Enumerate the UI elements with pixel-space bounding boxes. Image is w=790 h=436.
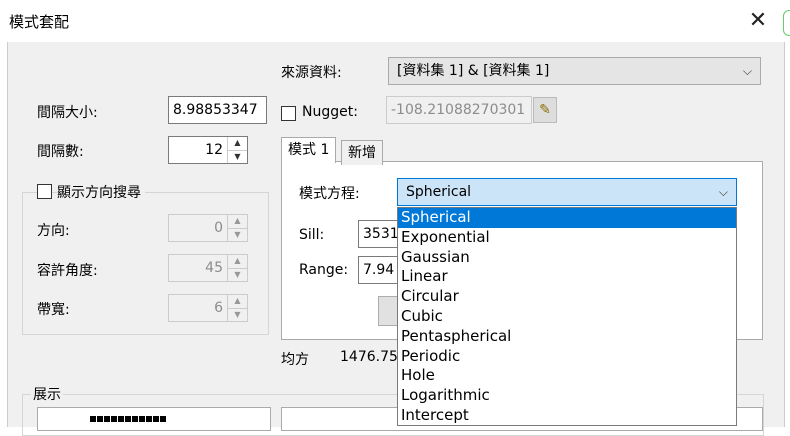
lag-size-label: 間隔大小: <box>37 105 98 121</box>
range-label: Range: <box>299 262 349 278</box>
tab-add[interactable]: 新增 <box>341 140 383 165</box>
bandwidth-spin[interactable]: ▲ ▼ <box>227 295 247 321</box>
spin-up-icon[interactable]: ▲ <box>228 295 247 308</box>
lag-count-stepper[interactable]: 12 ▲ ▼ <box>168 136 248 164</box>
option-spherical[interactable]: Spherical <box>398 208 736 228</box>
range-value: 7.94 <box>363 262 395 278</box>
lag-count-value: 12 <box>205 142 223 158</box>
bandwidth-label: 帶寬: <box>37 302 70 318</box>
lag-size-value: 8.98853347 <box>173 102 258 118</box>
spin-down-icon[interactable]: ▼ <box>228 308 247 321</box>
option-periodic[interactable]: Periodic <box>398 347 736 367</box>
option-exponential[interactable]: Exponential <box>398 228 736 248</box>
tolerance-spin[interactable]: ▲ ▼ <box>227 255 247 281</box>
source-data-select[interactable]: [資料集 1] & [資料集 1] ⌵ <box>388 57 761 85</box>
window-title: 模式套配 <box>9 13 70 31</box>
model-equation-value: Spherical <box>406 184 472 200</box>
bandwidth-stepper[interactable]: 6 ▲ ▼ <box>168 294 248 322</box>
option-logarithmic[interactable]: Logarithmic <box>398 386 736 406</box>
background-window-edge <box>783 10 790 36</box>
nugget-input[interactable]: -108.21088270301 <box>386 96 532 124</box>
source-data-label: 來源資料: <box>281 65 342 81</box>
lag-count-spin[interactable]: ▲ ▼ <box>227 137 247 163</box>
direction-search-label: 顯示方向搜尋 <box>57 182 145 202</box>
tab-add-label: 新增 <box>348 145 376 161</box>
tolerance-label: 容許角度: <box>37 263 98 279</box>
option-linear[interactable]: Linear <box>398 267 736 287</box>
direction-value: 0 <box>214 220 223 236</box>
direction-stepper[interactable]: 0 ▲ ▼ <box>168 214 248 242</box>
nugget-label: Nugget: <box>302 104 358 120</box>
pixel-preview-graphic <box>90 410 167 426</box>
close-button[interactable]: ✕ <box>740 2 776 40</box>
chevron-down-icon: ⌵ <box>742 64 752 78</box>
spin-up-icon[interactable]: ▲ <box>228 215 247 228</box>
spin-up-icon[interactable]: ▲ <box>228 255 247 268</box>
display-label: 展示 <box>31 384 63 404</box>
chevron-down-icon: ⌵ <box>718 185 728 199</box>
model-equation-select[interactable]: Spherical ⌵ <box>397 178 737 206</box>
spin-down-icon[interactable]: ▼ <box>228 228 247 241</box>
title-bar: 模式套配 ✕ <box>0 0 790 42</box>
tolerance-value: 45 <box>205 260 223 276</box>
option-gaussian[interactable]: Gaussian <box>398 248 736 268</box>
pencil-icon[interactable]: ✎ <box>533 97 557 123</box>
nugget-value: -108.21088270301 <box>391 102 526 118</box>
option-intercept[interactable]: Intercept <box>398 406 736 426</box>
spin-up-icon[interactable]: ▲ <box>228 137 247 150</box>
direction-search-checkbox[interactable] <box>37 184 52 199</box>
tab-model-1-label: 模式 1 <box>288 142 330 158</box>
mean-square-value: 1476.75 <box>340 349 398 365</box>
direction-label: 方向: <box>37 223 70 239</box>
source-data-value: [資料集 1] & [資料集 1] <box>397 63 550 79</box>
spin-down-icon[interactable]: ▼ <box>228 150 247 163</box>
direction-spin[interactable]: ▲ ▼ <box>227 215 247 241</box>
model-fitting-dialog: 模式套配 ✕ 來源資料: [資料集 1] & [資料集 1] ⌵ 間隔大小: 8… <box>0 0 790 436</box>
sill-label: Sill: <box>299 227 325 243</box>
bandwidth-value: 6 <box>214 300 223 316</box>
spin-down-icon[interactable]: ▼ <box>228 268 247 281</box>
option-cubic[interactable]: Cubic <box>398 307 736 327</box>
option-pentaspherical[interactable]: Pentaspherical <box>398 327 736 347</box>
tolerance-stepper[interactable]: 45 ▲ ▼ <box>168 254 248 282</box>
tab-model-1[interactable]: 模式 1 <box>281 137 337 163</box>
model-equation-dropdown-list[interactable]: Spherical Exponential Gaussian Linear Ci… <box>397 207 737 426</box>
sill-value: 3531 <box>363 226 399 242</box>
mean-square-label: 均方 <box>281 352 309 368</box>
close-icon: ✕ <box>748 8 768 33</box>
option-hole[interactable]: Hole <box>398 366 736 386</box>
nugget-checkbox[interactable] <box>281 106 296 121</box>
option-circular[interactable]: Circular <box>398 287 736 307</box>
lag-count-label: 間隔數: <box>37 144 84 160</box>
lag-size-input[interactable]: 8.98853347 <box>168 96 267 124</box>
model-equation-label: 模式方程: <box>299 186 360 202</box>
